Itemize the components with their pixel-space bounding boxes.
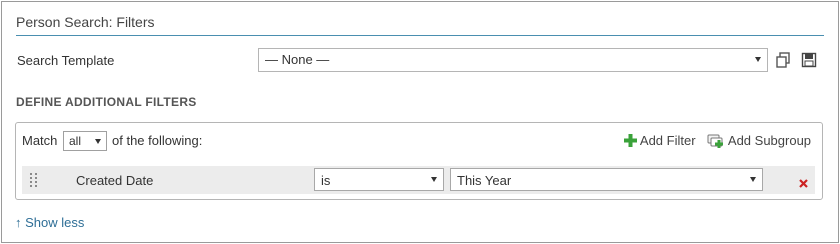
add-filter-button[interactable]: Add Filter [624, 133, 696, 148]
arrow-up-icon: ↑ [15, 215, 22, 230]
search-template-label: Search Template [17, 53, 115, 68]
filter-operator-value: is [321, 173, 331, 188]
chevron-down-icon [95, 139, 101, 144]
search-template-select[interactable]: — None — [258, 48, 768, 72]
match-prefix: Match [22, 133, 58, 148]
panel-title: Person Search: Filters [16, 14, 155, 30]
search-template-value: — None — [265, 52, 330, 67]
filter-field-label: Created Date [76, 173, 154, 188]
add-filter-label: Add Filter [639, 133, 696, 148]
chevron-down-icon [431, 177, 437, 182]
filter-row: Created Date is This Year [22, 166, 815, 194]
filter-operator-select[interactable]: is [314, 168, 444, 191]
plus-icon [624, 134, 637, 147]
delete-filter-icon[interactable] [799, 175, 808, 193]
filter-value-value: This Year [457, 173, 512, 188]
add-subgroup-label: Add Subgroup [727, 133, 812, 148]
title-divider [16, 35, 824, 36]
match-mode-value: all [69, 134, 82, 148]
add-subgroup-button[interactable]: Add Subgroup [707, 133, 811, 148]
chevron-down-icon [750, 177, 756, 182]
copy-icon[interactable] [775, 52, 791, 73]
filter-group: Match all of the following: Add Filter A… [15, 122, 823, 200]
show-less-link[interactable]: ↑ Show less [15, 215, 84, 230]
define-filters-heading: DEFINE ADDITIONAL FILTERS [16, 95, 197, 109]
save-disk-icon[interactable] [801, 52, 817, 73]
chevron-down-icon [755, 57, 761, 62]
filter-value-select[interactable]: This Year [450, 168, 763, 191]
show-less-label: Show less [25, 215, 85, 230]
drag-handle-icon[interactable] [30, 173, 38, 187]
match-mode-select[interactable]: all [63, 131, 107, 151]
match-suffix: of the following: [112, 133, 203, 148]
add-subgroup-icon [707, 134, 723, 148]
